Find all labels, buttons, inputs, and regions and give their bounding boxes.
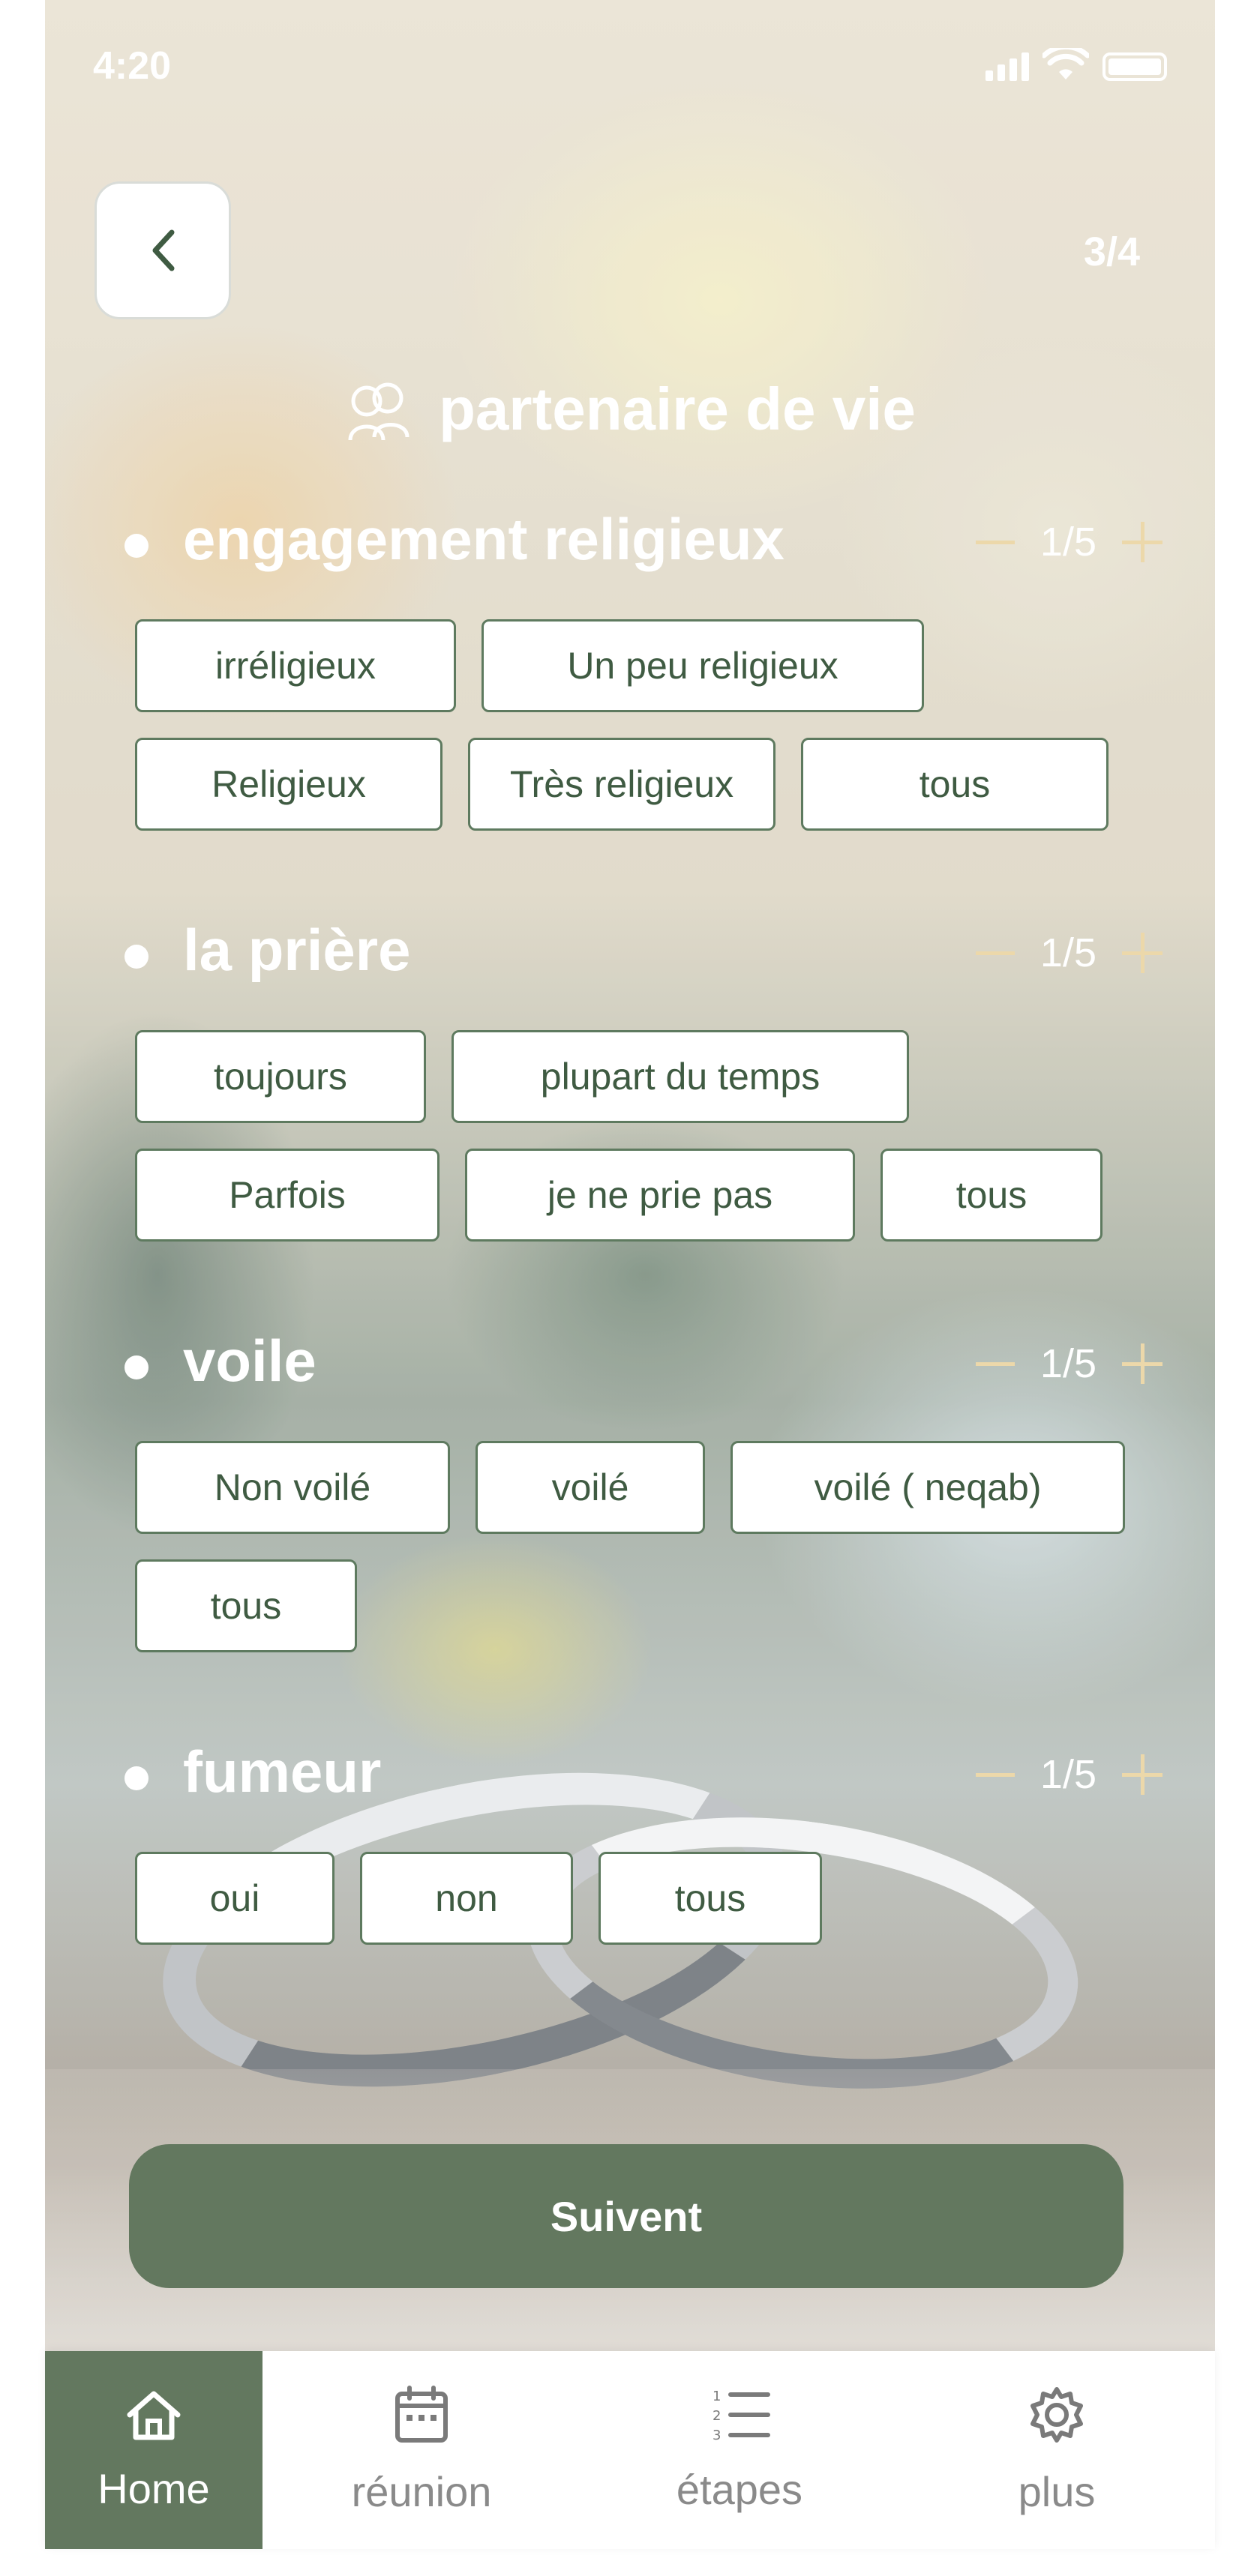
counter-value: 1/5 bbox=[1040, 1341, 1096, 1386]
plus-icon[interactable] bbox=[1122, 522, 1162, 562]
option-chip[interactable]: tous bbox=[880, 1149, 1102, 1242]
option-list: Non voilé voilé voilé ( neqab) tous bbox=[135, 1441, 1170, 1652]
battery-icon bbox=[1102, 52, 1167, 81]
gear-icon bbox=[1030, 2386, 1083, 2443]
minus-icon[interactable] bbox=[975, 951, 1015, 955]
option-chip[interactable]: tous bbox=[135, 1559, 357, 1652]
bullet bbox=[124, 1766, 148, 1790]
screen: 4:20 3/4 partenaire de vie engagement re… bbox=[45, 0, 1215, 2549]
counter-value: 1/5 bbox=[1040, 1752, 1096, 1797]
option-chip[interactable]: Très religieux bbox=[468, 738, 776, 831]
option-chip[interactable]: tous bbox=[801, 738, 1108, 831]
option-chip[interactable]: je ne prie pas bbox=[465, 1149, 855, 1242]
priority-counter: 1/5 bbox=[975, 519, 1162, 565]
plus-icon[interactable] bbox=[1122, 1343, 1162, 1384]
section-title: engagement religieux bbox=[183, 506, 784, 572]
svg-text:1: 1 bbox=[712, 2389, 721, 2404]
section-la-priere: la prière 1/5 toujours plupart du temps … bbox=[45, 906, 1215, 1242]
section-fumeur: fumeur 1/5 oui non tous bbox=[45, 1727, 1215, 1945]
option-chip[interactable]: toujours bbox=[135, 1030, 426, 1123]
page-header: partenaire de vie bbox=[45, 375, 1215, 444]
option-list: irréligieux Un peu religieux Religieux T… bbox=[135, 619, 1170, 831]
option-chip[interactable]: plupart du temps bbox=[452, 1030, 909, 1123]
option-chip[interactable]: Un peu religieux bbox=[482, 619, 924, 712]
status-icons bbox=[986, 48, 1167, 81]
option-chip[interactable]: irréligieux bbox=[135, 619, 456, 712]
option-chip[interactable]: Non voilé bbox=[135, 1441, 450, 1534]
option-chip[interactable]: voilé ( neqab) bbox=[730, 1441, 1125, 1534]
option-list: toujours plupart du temps Parfois je ne … bbox=[135, 1030, 1170, 1242]
calendar-icon bbox=[395, 2385, 448, 2443]
section-engagement-religieux: engagement religieux 1/5 irréligieux Un … bbox=[45, 495, 1215, 831]
option-chip[interactable]: tous bbox=[598, 1852, 822, 1945]
step-indicator: 3/4 bbox=[1083, 229, 1140, 274]
tab-label: plus bbox=[1018, 2467, 1096, 2515]
minus-icon[interactable] bbox=[975, 1361, 1015, 1366]
section-voile: voile 1/5 Non voilé voilé voilé ( neqab)… bbox=[45, 1316, 1215, 1652]
option-chip[interactable]: voilé bbox=[476, 1441, 705, 1534]
bullet bbox=[124, 534, 148, 558]
tab-label: étapes bbox=[676, 2465, 803, 2513]
signal-icon bbox=[986, 52, 1029, 81]
wifi-icon bbox=[1042, 48, 1089, 79]
back-button[interactable] bbox=[94, 181, 231, 319]
bullet bbox=[124, 945, 148, 969]
tab-reunion[interactable]: réunion bbox=[262, 2351, 580, 2549]
numbered-list-icon: 1 2 3 bbox=[712, 2389, 770, 2443]
status-time: 4:20 bbox=[93, 44, 172, 88]
section-title: fumeur bbox=[183, 1739, 382, 1805]
section-title: voile bbox=[183, 1328, 316, 1394]
option-chip[interactable]: Religieux bbox=[135, 738, 442, 831]
couple-icon bbox=[348, 382, 410, 441]
minus-icon[interactable] bbox=[975, 1772, 1015, 1777]
tab-bar: Home réunion 1 2 3 étapes plus bbox=[45, 2351, 1215, 2549]
option-chip[interactable]: non bbox=[360, 1852, 573, 1945]
tab-plus[interactable]: plus bbox=[898, 2351, 1215, 2549]
bullet bbox=[124, 1355, 148, 1379]
page-title: partenaire de vie bbox=[439, 376, 916, 442]
chevron-left-icon bbox=[152, 229, 175, 271]
priority-counter: 1/5 bbox=[975, 1340, 1162, 1387]
counter-value: 1/5 bbox=[1040, 930, 1096, 975]
tab-home[interactable]: Home bbox=[45, 2351, 262, 2549]
option-chip[interactable]: Parfois bbox=[135, 1149, 440, 1242]
svg-text:3: 3 bbox=[712, 2428, 721, 2443]
option-chip[interactable]: oui bbox=[135, 1852, 334, 1945]
svg-text:2: 2 bbox=[712, 2408, 721, 2424]
next-button[interactable]: Suivent bbox=[129, 2144, 1124, 2288]
priority-counter: 1/5 bbox=[975, 1751, 1162, 1798]
minus-icon[interactable] bbox=[975, 540, 1015, 544]
priority-counter: 1/5 bbox=[975, 930, 1162, 976]
counter-value: 1/5 bbox=[1040, 520, 1096, 565]
plus-icon[interactable] bbox=[1122, 933, 1162, 973]
tab-label: réunion bbox=[351, 2467, 492, 2515]
home-icon bbox=[127, 2391, 181, 2440]
tab-etapes[interactable]: 1 2 3 étapes bbox=[580, 2351, 898, 2549]
option-list: oui non tous bbox=[135, 1852, 1170, 1945]
section-title: la prière bbox=[183, 917, 411, 983]
tab-label: Home bbox=[98, 2464, 210, 2512]
plus-icon[interactable] bbox=[1122, 1754, 1162, 1795]
